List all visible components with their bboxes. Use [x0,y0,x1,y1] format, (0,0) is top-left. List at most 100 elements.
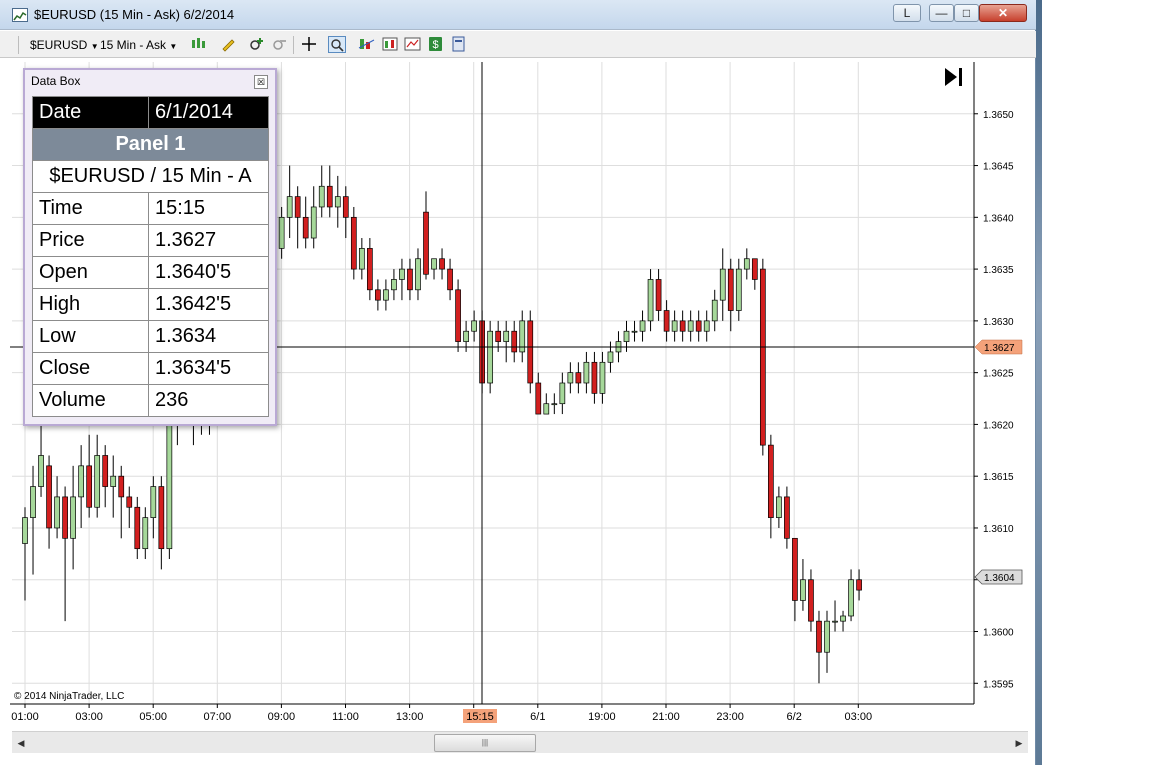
time-tick-label: 23:00 [716,711,744,723]
close-button[interactable]: ✕ [979,4,1027,22]
scroll-right-arrow-icon[interactable]: ▶ [1012,735,1026,751]
price-tick-label: 1.3645 [983,162,1014,173]
candle [62,486,68,622]
candle [727,258,734,332]
candle-body-down [118,475,125,498]
horizontal-scrollbar[interactable]: ◀ ||| ▶ [12,731,1028,753]
title-bar[interactable]: $EURUSD (15 Min - Ask) 6/2/2014 L — □ ✕ [0,0,1036,30]
candle-body-up [22,517,28,544]
candle-body-up [94,455,101,508]
candle-body-down [784,496,790,539]
candle-body-down [695,320,702,332]
candle [278,206,285,259]
price-tick-label: 1.3610 [983,524,1014,535]
price-tick-label: 1.3630 [983,317,1014,328]
panel-label: Panel 1 [32,128,269,161]
candle [294,186,301,249]
candle-body-down [495,330,502,342]
candle-body-up [278,216,285,249]
price-tick-label: 1.3595 [983,679,1014,690]
candle-body-down [294,196,301,218]
candle [848,569,854,622]
interval-selector[interactable]: 15 Min - Ask ▼ [100,36,177,54]
candle-body-up [840,615,846,622]
scroll-left-arrow-icon[interactable]: ◀ [14,735,28,751]
indicators-icon[interactable] [358,36,376,53]
candle [671,310,678,342]
scrollbar-thumb[interactable]: ||| [434,734,536,752]
data-box-icon[interactable] [328,36,346,53]
data-key: Price [32,224,149,257]
candle-body-up [150,486,157,518]
candle-body-down [342,196,349,218]
chart-properties-icon[interactable] [404,36,422,53]
time-tick-label: 03:00 [75,711,103,723]
candle-body-up [647,279,654,322]
dollar-icon[interactable]: $ [427,36,445,53]
candle [487,320,494,394]
candle [768,434,774,539]
link-button[interactable]: L [893,4,921,22]
time-tick-label: 13:00 [396,711,424,723]
candle [310,186,317,249]
zoom-out-icon[interactable] [271,36,289,53]
data-key: Time [32,192,149,225]
instrument-selector[interactable]: $EURUSD ▼ [30,36,99,54]
candle [711,289,718,332]
data-row-volume: Volume 236 [32,384,269,417]
candle [503,320,510,363]
candle-body-up [503,330,510,342]
chart-style-icon[interactable] [190,36,208,53]
candle-body-up [334,196,341,208]
candle-body-down [302,216,309,239]
maximize-button[interactable]: □ [954,4,979,22]
candle-body-down [62,496,68,539]
candle-body-up [687,320,694,332]
candle [591,351,598,404]
candle [816,610,822,684]
candle [134,496,141,560]
candle-body-up [166,424,173,550]
minimize-button[interactable]: — [929,4,954,22]
time-tick-label: 01:00 [11,711,39,723]
svg-text:$: $ [432,39,438,51]
data-box-panel[interactable]: Data Box ☒ Date 6/1/2014 Panel 1 $EURUSD… [23,68,277,426]
window-title: $EURUSD (15 Min - Ask) 6/2/2014 [34,7,235,22]
candle-body-up [623,330,630,342]
candle [832,600,838,632]
go-to-end-icon[interactable] [945,68,962,86]
candle-body-up [310,206,317,239]
candle-body-down [751,258,758,280]
candle [46,455,52,549]
toolbar-separator [293,36,294,54]
desktop-edge [1036,0,1042,765]
zoom-in-icon[interactable] [248,36,266,53]
candle-body-up [391,279,397,291]
candle-body-up [567,372,574,384]
data-box-close-icon[interactable]: ☒ [254,75,268,89]
candle [567,362,574,394]
strategies-icon[interactable] [381,36,399,53]
price-tick-label: 1.3620 [983,420,1014,431]
candle [808,569,814,632]
last-price-marker: 1.3604 [974,569,1023,585]
candle-body-up [431,258,437,270]
crosshair-price-marker: 1.3627 [974,339,1023,355]
candle [342,186,349,239]
candle-body-down [856,579,862,591]
candle [126,486,133,528]
chart-app-icon [12,8,28,22]
candle [334,175,341,228]
candle-body-down [759,268,766,446]
drawing-tool-icon[interactable] [220,36,238,53]
candle [391,269,397,301]
crosshair-icon[interactable] [301,36,319,53]
data-row-low: Low 1.3634 [32,320,269,353]
candle [792,537,798,622]
price-tick-label: 1.3650 [983,110,1014,121]
template-icon[interactable] [450,36,468,53]
candle [559,372,566,415]
date-row: Date 6/1/2014 [32,96,269,129]
candle [286,165,293,239]
candle [54,476,60,539]
